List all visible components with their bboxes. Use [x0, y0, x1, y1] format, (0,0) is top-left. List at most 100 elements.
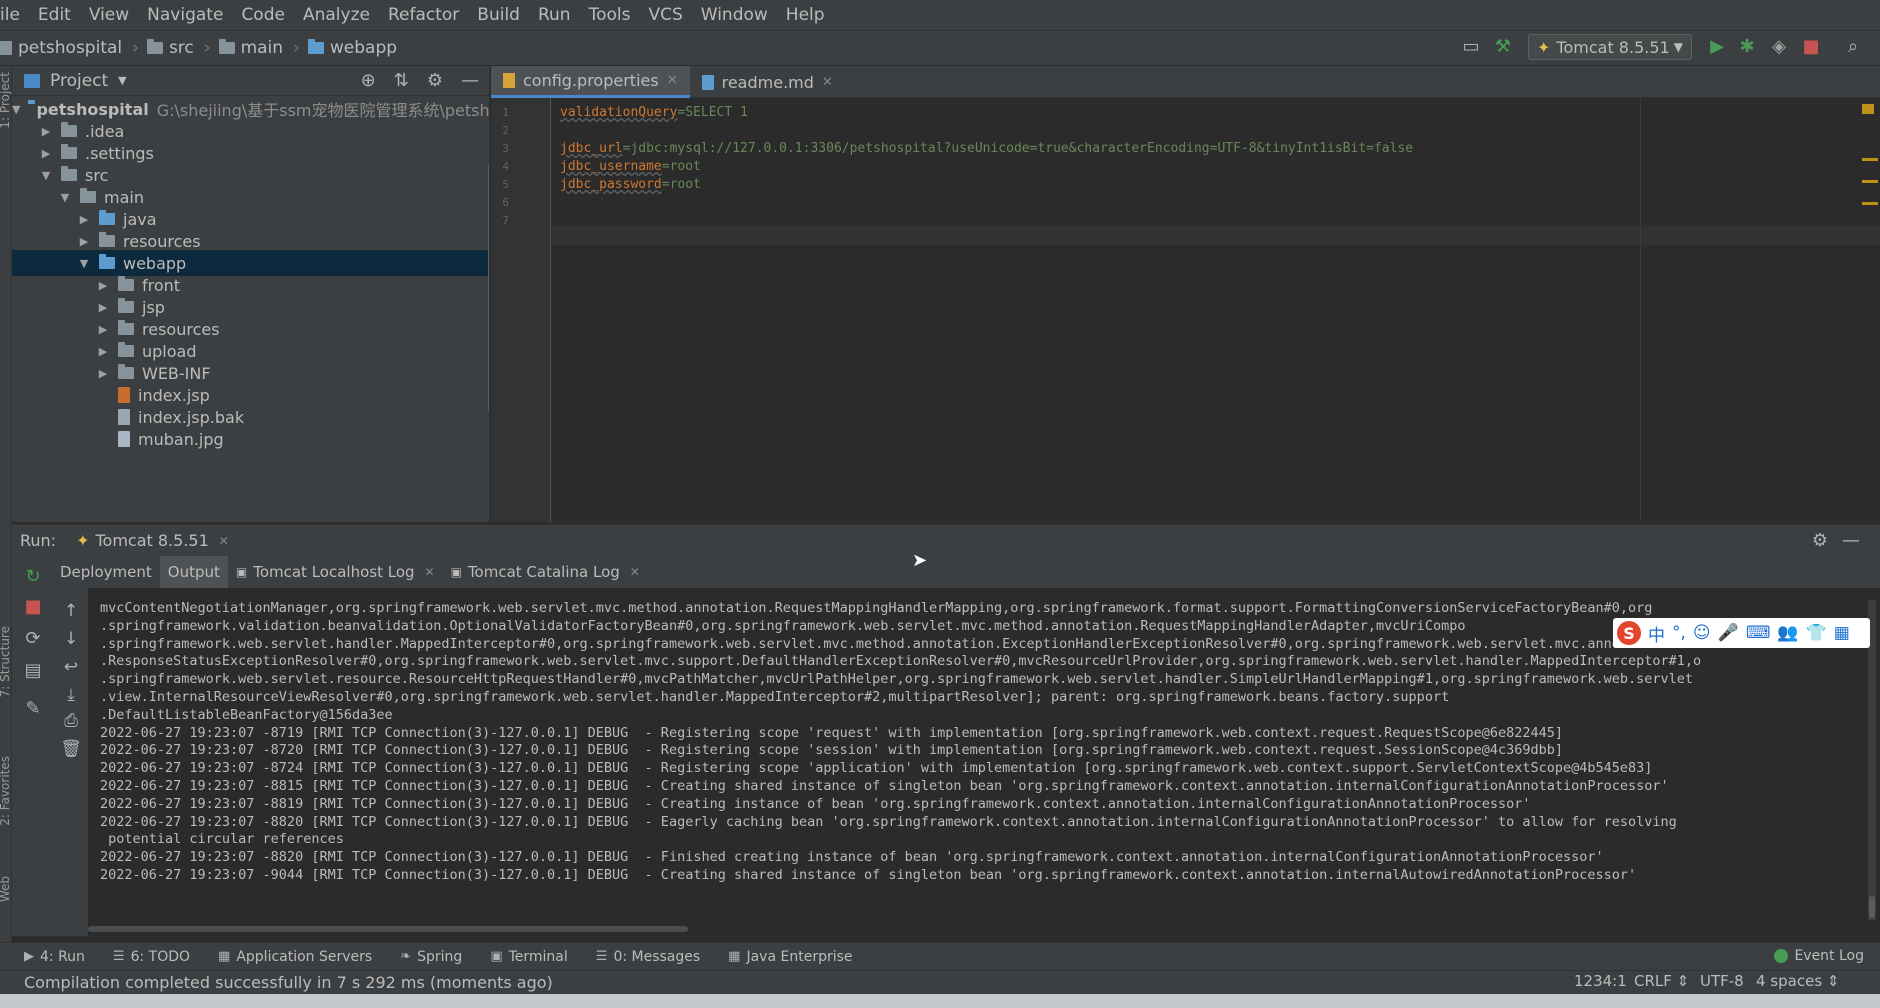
- coverage-icon[interactable]: ◈: [1768, 36, 1790, 58]
- update-icon[interactable]: ⟳: [22, 628, 44, 650]
- sogou-logo-icon[interactable]: S: [1617, 621, 1641, 645]
- soft-wrap-icon[interactable]: ↩: [60, 656, 82, 678]
- chevron-right-icon[interactable]: ▶: [96, 301, 110, 314]
- tab-config-properties[interactable]: config.properties ✕: [491, 66, 690, 98]
- vertical-scrollbar[interactable]: [488, 162, 489, 412]
- menu-item-build[interactable]: Build: [468, 0, 529, 30]
- punctuation-icon[interactable]: °,: [1672, 623, 1686, 643]
- breadcrumb-main[interactable]: main ›: [218, 38, 300, 58]
- users-icon[interactable]: 👥: [1777, 623, 1798, 643]
- pin-icon[interactable]: ✎: [22, 698, 44, 720]
- close-icon[interactable]: ✕: [667, 73, 678, 88]
- trash-icon[interactable]: 🗑: [60, 738, 82, 760]
- minimize-icon[interactable]: —: [1842, 530, 1860, 551]
- chevron-right-icon[interactable]: ▶: [96, 367, 110, 380]
- tool-tab-4-run[interactable]: ▶ 4: Run: [24, 949, 85, 965]
- indent-setting[interactable]: 4 spaces ⇕: [1756, 972, 1839, 990]
- menu-item-code[interactable]: Code: [232, 0, 294, 30]
- menu-item-edit[interactable]: Edit: [29, 0, 80, 30]
- close-icon[interactable]: ✕: [425, 565, 435, 579]
- chinese-mode-icon[interactable]: 中: [1648, 621, 1665, 646]
- warning-marker[interactable]: [1862, 158, 1878, 161]
- breadcrumb-project[interactable]: petshospital ›: [0, 38, 139, 58]
- scrollbar-thumb[interactable]: [1869, 896, 1875, 918]
- warning-stripe-icon[interactable]: [1862, 104, 1874, 114]
- menu-item-navigate[interactable]: Navigate: [138, 0, 232, 30]
- menu-item-vcs[interactable]: VCS: [639, 0, 691, 30]
- stop-icon[interactable]: ■: [1800, 36, 1822, 58]
- chevron-down-icon[interactable]: ▼: [12, 103, 20, 116]
- tab-deployment[interactable]: Deployment: [52, 556, 160, 588]
- menu-item-ile[interactable]: ile: [0, 0, 29, 30]
- chevron-down-icon[interactable]: ▼: [77, 257, 91, 270]
- caret-position[interactable]: 1234:1: [1574, 972, 1627, 990]
- menu-item-run[interactable]: Run: [529, 0, 580, 30]
- debug-icon[interactable]: ✱: [1736, 36, 1758, 58]
- breadcrumb-webapp[interactable]: webapp: [307, 38, 397, 58]
- scroll-to-end-icon[interactable]: ⤓: [60, 684, 82, 706]
- code-editor[interactable]: validationQuery=SELECT 1 jdbc_url=jdbc:my…: [552, 98, 1880, 522]
- tab-tomcat-catalina-log[interactable]: ▣ Tomcat Catalina Log ✕: [443, 556, 648, 588]
- search-icon[interactable]: ⌕: [1842, 36, 1864, 58]
- line-separator[interactable]: CRLF ⇕: [1634, 972, 1689, 990]
- favorites-tool-tab[interactable]: 2: Favorites: [0, 756, 12, 826]
- tool-tab-spring[interactable]: ❧ Spring: [400, 949, 462, 965]
- menu-item-analyze[interactable]: Analyze: [294, 0, 379, 30]
- project-panel-title[interactable]: Project: [50, 71, 108, 91]
- menu-item-refactor[interactable]: Refactor: [379, 0, 468, 30]
- menu-item-window[interactable]: Window: [692, 0, 777, 30]
- rerun-icon[interactable]: ↻: [22, 566, 44, 588]
- chevron-down-icon[interactable]: ▼: [58, 191, 72, 204]
- tool-tab-0-messages[interactable]: ☰ 0: Messages: [596, 949, 700, 965]
- project-tool-tab[interactable]: 1: Project: [0, 72, 12, 129]
- minimize-icon[interactable]: —: [461, 70, 479, 91]
- run-config-tab[interactable]: Tomcat 8.5.51: [95, 531, 208, 550]
- chevron-down-icon[interactable]: ▼: [39, 169, 53, 182]
- chevron-right-icon[interactable]: ▶: [77, 213, 91, 226]
- tree-item[interactable]: muban.jpg: [12, 426, 489, 452]
- print-icon[interactable]: ⎙: [60, 710, 82, 732]
- chevron-right-icon[interactable]: ▶: [39, 147, 53, 160]
- arrow-down-icon[interactable]: ↓: [60, 628, 82, 650]
- chevron-right-icon[interactable]: ▶: [96, 279, 110, 292]
- warning-marker[interactable]: [1862, 202, 1878, 205]
- chevron-right-icon[interactable]: ▶: [96, 323, 110, 336]
- gear-icon[interactable]: ⚙: [1812, 530, 1828, 551]
- tool-tab-terminal[interactable]: ▣ Terminal: [490, 949, 567, 965]
- skin-icon[interactable]: 👕: [1806, 623, 1827, 643]
- run-configuration-select[interactable]: ✦ Tomcat 8.5.51 ▼: [1528, 34, 1692, 60]
- grid-icon[interactable]: ▦: [1834, 623, 1850, 643]
- stop-icon[interactable]: ■: [22, 596, 44, 618]
- chevron-right-icon[interactable]: ▶: [77, 235, 91, 248]
- tab-output[interactable]: Output: [159, 556, 228, 588]
- breadcrumb-src[interactable]: src ›: [146, 38, 211, 58]
- close-icon[interactable]: ✕: [822, 75, 833, 90]
- chevron-right-icon[interactable]: ▶: [96, 345, 110, 358]
- menu-item-tools[interactable]: Tools: [580, 0, 640, 30]
- locate-icon[interactable]: ⊕: [361, 70, 376, 91]
- tab-readme-md[interactable]: readme.md ✕: [690, 66, 845, 98]
- layout-icon[interactable]: ▭: [1460, 36, 1482, 58]
- emoji-icon[interactable]: ☺: [1693, 623, 1711, 643]
- web-tool-tab[interactable]: Web: [0, 876, 12, 902]
- chevron-down-icon[interactable]: ▼: [118, 74, 126, 87]
- menu-item-help[interactable]: Help: [777, 0, 834, 30]
- structure-tool-tab[interactable]: 7: Structure: [0, 626, 12, 697]
- microphone-icon[interactable]: 🎤: [1718, 623, 1739, 643]
- close-icon[interactable]: ✕: [219, 534, 229, 548]
- event-log-button[interactable]: Event Log: [1774, 948, 1864, 964]
- build-hammer-icon[interactable]: ⚒: [1492, 36, 1514, 58]
- console-output[interactable]: mvcContentNegotiationManager,org.springf…: [88, 588, 1868, 936]
- tab-tomcat-localhost-log[interactable]: ▣ Tomcat Localhost Log ✕: [228, 556, 443, 588]
- close-icon[interactable]: ✕: [630, 565, 640, 579]
- tool-tab-6-todo[interactable]: ☰ 6: TODO: [113, 949, 190, 965]
- arrow-up-icon[interactable]: ↑: [60, 600, 82, 622]
- console-horizontal-scrollbar[interactable]: [88, 926, 688, 932]
- chevron-right-icon[interactable]: ▶: [39, 125, 53, 138]
- gear-icon[interactable]: ⚙: [427, 70, 443, 91]
- file-encoding[interactable]: UTF-8: [1700, 972, 1744, 990]
- menu-item-view[interactable]: View: [80, 0, 138, 30]
- run-icon[interactable]: ▶: [1706, 36, 1728, 58]
- collapse-icon[interactable]: ⇅: [394, 70, 409, 91]
- warning-marker[interactable]: [1862, 180, 1878, 183]
